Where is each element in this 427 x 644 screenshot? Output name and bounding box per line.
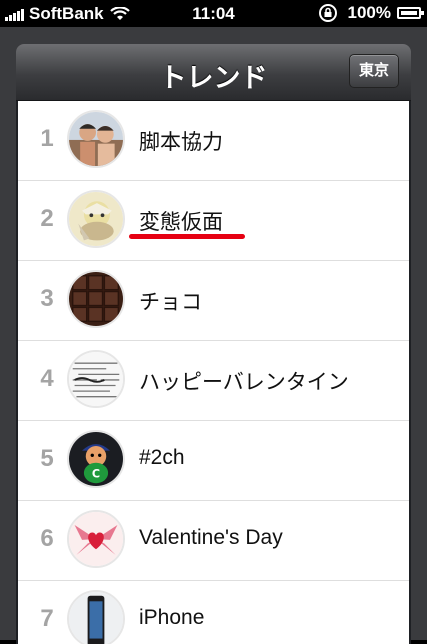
trends-popover: トレンド 東京 1 脚本協力 2 変態仮面 3 チョコ 4 ハッピーバレンタイン… — [16, 44, 411, 644]
trend-list: 1 脚本協力 2 変態仮面 3 チョコ 4 ハッピーバレンタイン 5 C #2c… — [18, 101, 409, 644]
svg-text:C: C — [92, 468, 100, 481]
mascot-character-icon: C — [67, 430, 125, 488]
rotation-lock-icon — [318, 4, 337, 22]
iphone-icon — [67, 590, 125, 644]
rank-number: 1 — [40, 125, 54, 152]
status-right: 100% — [318, 3, 424, 23]
status-bar: SoftBank 11:04 100% — [0, 0, 427, 27]
trend-label: #2ch — [139, 446, 185, 469]
rank-number: 2 — [40, 205, 54, 232]
list-item[interactable]: 2 変態仮面 — [18, 181, 409, 261]
list-item[interactable]: 7 iPhone — [18, 581, 409, 644]
list-item[interactable]: 3 チョコ — [18, 261, 409, 341]
trend-label: iPhone — [139, 606, 205, 629]
rank-number: 6 — [40, 525, 54, 552]
list-item[interactable]: 6 Valentine's Day — [18, 501, 409, 581]
list-item[interactable]: 1 脚本協力 — [18, 101, 409, 181]
trend-label: ハッピーバレンタイン — [139, 371, 349, 394]
battery-percent: 100% — [347, 3, 391, 22]
region-button[interactable]: 東京 — [349, 54, 399, 88]
trend-label: 脚本協力 — [139, 131, 223, 154]
text-collage-icon — [67, 350, 125, 408]
trend-label: チョコ — [139, 291, 202, 314]
rank-number: 7 — [40, 605, 54, 632]
rank-number: 5 — [40, 445, 54, 472]
masked-figure-icon — [67, 190, 125, 248]
highlight-underline — [129, 234, 245, 239]
rank-number: 3 — [40, 285, 54, 312]
trend-label: Valentine's Day — [139, 526, 283, 549]
list-item[interactable]: 4 ハッピーバレンタイン — [18, 341, 409, 421]
navigation-bar: トレンド 東京 — [16, 44, 411, 101]
battery-icon — [397, 7, 424, 19]
heart-ornament-icon — [67, 510, 125, 568]
chocolate-bar-icon — [67, 270, 125, 328]
trend-label: 変態仮面 — [139, 211, 223, 234]
people-photo-icon — [67, 110, 125, 168]
list-item[interactable]: 5 C #2ch — [18, 421, 409, 501]
rank-number: 4 — [40, 365, 54, 392]
